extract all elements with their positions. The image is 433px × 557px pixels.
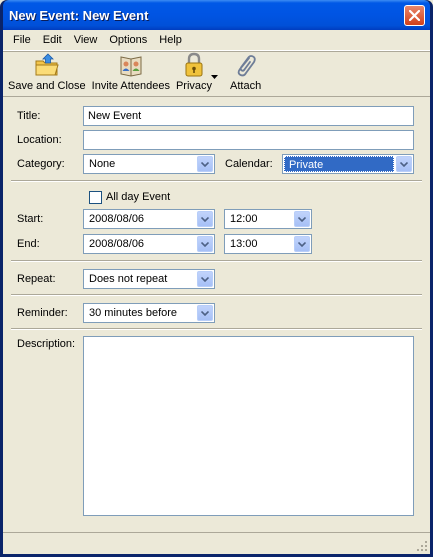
start-time-dropdown-button[interactable] <box>294 211 310 227</box>
attach-label: Attach <box>230 80 262 92</box>
location-input[interactable] <box>83 130 414 150</box>
padlock-icon <box>185 52 203 77</box>
calendar-value: Private <box>284 156 394 172</box>
repeat-select[interactable]: Does not repeat <box>83 269 215 289</box>
reminder-label: Reminder: <box>17 307 68 319</box>
dialog-client-area: File Edit View Options Help Save and Clo… <box>3 30 430 554</box>
all-day-label: All day Event <box>106 191 171 203</box>
calendar-select[interactable]: Private <box>282 154 414 174</box>
menu-file[interactable]: File <box>7 34 37 46</box>
category-dropdown-button[interactable] <box>197 156 213 172</box>
invite-attendees-button[interactable]: Invite Attendees <box>89 52 173 96</box>
menu-help[interactable]: Help <box>153 34 188 46</box>
reminder-value: 30 minutes before <box>89 307 178 319</box>
category-value: None <box>89 158 116 170</box>
location-label: Location: <box>17 134 62 146</box>
category-label: Category: <box>17 158 65 170</box>
reminder-dropdown-button[interactable] <box>197 305 213 321</box>
title-input[interactable] <box>83 106 414 126</box>
separator <box>11 180 422 182</box>
menu-options[interactable]: Options <box>103 34 153 46</box>
start-time-value: 12:00 <box>230 213 258 225</box>
chevron-down-icon <box>201 216 209 222</box>
menu-bar: File Edit View Options Help <box>3 30 430 51</box>
save-and-close-button[interactable]: Save and Close <box>5 52 89 96</box>
category-select[interactable]: None <box>83 154 215 174</box>
chevron-down-icon <box>201 241 209 247</box>
start-label: Start: <box>17 213 44 225</box>
end-date-dropdown-button[interactable] <box>197 236 213 252</box>
end-date-value: 2008/08/06 <box>89 238 145 250</box>
start-date-dropdown-button[interactable] <box>197 211 213 227</box>
calendar-label: Calendar: <box>225 158 273 170</box>
description-label: Description: <box>17 338 76 350</box>
chevron-down-icon <box>298 216 306 222</box>
chevron-down-icon <box>201 276 209 282</box>
calendar-dropdown-button[interactable] <box>396 156 412 172</box>
event-dialog-window: New Event: New Event File Edit View Opti… <box>0 0 433 557</box>
close-button[interactable] <box>404 5 425 26</box>
end-time-dropdown-button[interactable] <box>294 236 310 252</box>
separator <box>11 328 422 330</box>
menu-edit[interactable]: Edit <box>37 34 68 46</box>
end-time-select[interactable]: 13:00 <box>224 234 312 254</box>
start-time-select[interactable]: 12:00 <box>224 209 312 229</box>
separator <box>11 294 422 296</box>
chevron-down-icon <box>400 161 408 167</box>
chevron-down-icon <box>201 310 209 316</box>
invite-attendees-label: Invite Attendees <box>91 80 170 92</box>
description-textarea[interactable] <box>83 336 414 516</box>
chevron-down-icon <box>201 161 209 167</box>
attach-button[interactable]: Attach <box>227 52 264 96</box>
resize-grip-icon[interactable] <box>416 540 428 552</box>
privacy-button[interactable]: Privacy <box>173 52 215 96</box>
address-book-icon <box>120 56 142 77</box>
paperclip-icon <box>237 55 256 77</box>
all-day-checkbox[interactable] <box>89 191 102 204</box>
end-label: End: <box>17 238 40 250</box>
close-icon <box>409 10 420 21</box>
repeat-dropdown-button[interactable] <box>197 271 213 287</box>
title-bar[interactable]: New Event: New Event <box>3 0 430 30</box>
toolbar: Save and Close Invite Attendees Privacy … <box>3 51 430 97</box>
folder-save-icon <box>35 53 59 76</box>
privacy-label: Privacy <box>175 80 213 92</box>
save-and-close-label: Save and Close <box>8 80 86 92</box>
end-date-select[interactable]: 2008/08/06 <box>83 234 215 254</box>
repeat-label: Repeat: <box>17 273 56 285</box>
end-time-value: 13:00 <box>230 238 258 250</box>
reminder-select[interactable]: 30 minutes before <box>83 303 215 323</box>
title-label: Title: <box>17 110 41 122</box>
start-date-select[interactable]: 2008/08/06 <box>83 209 215 229</box>
menu-view[interactable]: View <box>68 34 104 46</box>
separator <box>11 260 422 262</box>
chevron-down-icon <box>298 241 306 247</box>
repeat-value: Does not repeat <box>89 273 168 285</box>
status-bar <box>3 532 430 554</box>
start-date-value: 2008/08/06 <box>89 213 145 225</box>
window-title: New Event: New Event <box>9 8 149 23</box>
privacy-dropdown-arrow-icon[interactable] <box>211 75 219 79</box>
